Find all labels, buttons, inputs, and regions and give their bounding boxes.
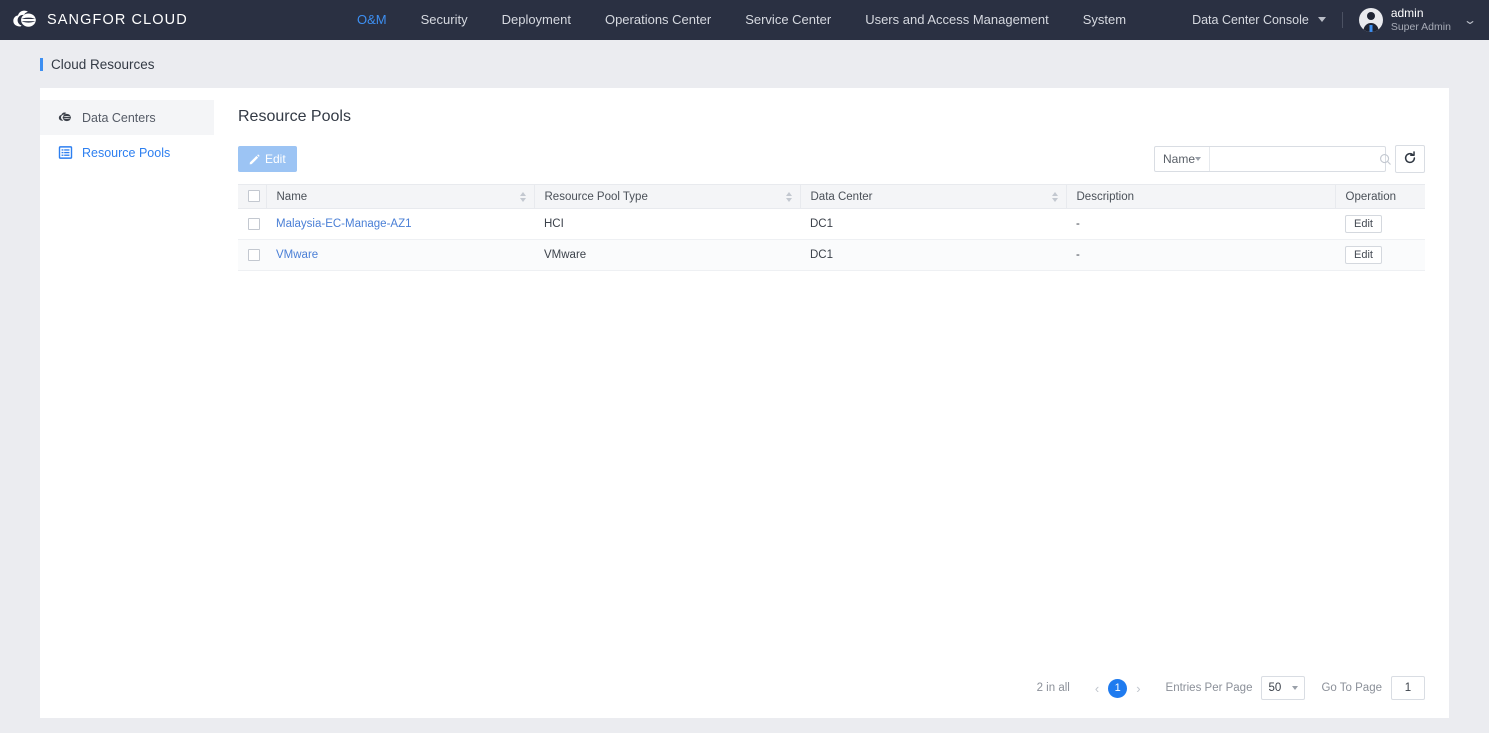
edit-button[interactable]: Edit xyxy=(238,146,297,172)
column-header-label: Description xyxy=(1076,190,1135,203)
entries-per-page-select[interactable]: 50 xyxy=(1261,676,1306,700)
refresh-icon xyxy=(1403,150,1417,168)
nav-item-operations-center[interactable]: Operations Center xyxy=(588,0,728,40)
page-title: Resource Pools xyxy=(238,108,351,125)
table-header-row: Name Resource Pool Type Data Center Desc… xyxy=(238,184,1425,209)
sidebar-item-label: Data Centers xyxy=(82,110,156,125)
sidebar-item-label: Resource Pools xyxy=(82,145,171,160)
user-menu[interactable]: admin Super Admin ⌄ xyxy=(1358,6,1478,33)
go-to-page-input[interactable] xyxy=(1391,676,1425,700)
brand: SANGFOR CLOUD xyxy=(0,9,300,31)
main-nav: O&M Security Deployment Operations Cente… xyxy=(340,0,1192,40)
sort-icon[interactable] xyxy=(1051,191,1058,202)
column-header-name[interactable]: Name xyxy=(266,184,535,209)
divider xyxy=(1341,11,1343,28)
refresh-button[interactable] xyxy=(1395,145,1425,173)
cloud-disc-icon xyxy=(58,110,73,125)
chevron-down-icon xyxy=(1195,157,1202,161)
go-to-page-label: Go To Page xyxy=(1321,682,1382,694)
column-header-operation: Operation xyxy=(1335,184,1425,209)
cell-name: Malaysia-EC-Manage-AZ1 xyxy=(266,208,534,240)
breadcrumb: Cloud Resources xyxy=(0,40,1489,88)
console-selector-label: Data Center Console xyxy=(1192,12,1309,27)
list-document-icon xyxy=(58,145,73,160)
chevron-down-icon: ⌄ xyxy=(1462,12,1478,27)
search-field-selector[interactable]: Name xyxy=(1155,147,1211,171)
user-name: admin xyxy=(1390,6,1424,21)
column-header-description: Description xyxy=(1066,184,1336,209)
column-header-label: Name xyxy=(276,190,308,203)
brand-name: SANGFOR CLOUD xyxy=(47,12,188,28)
page-shell: Data Centers Resource Pools Resource Poo… xyxy=(40,88,1449,718)
cell-resource-pool-type: HCI xyxy=(534,208,800,240)
column-header-label: Operation xyxy=(1345,190,1397,203)
cell-description: - xyxy=(1066,208,1335,240)
nav-item-om[interactable]: O&M xyxy=(340,0,404,40)
chevron-down-icon xyxy=(1292,686,1299,690)
row-checkbox[interactable] xyxy=(248,217,260,230)
resource-pool-link[interactable]: Malaysia-EC-Manage-AZ1 xyxy=(276,218,412,230)
row-select-cell xyxy=(238,239,266,271)
nav-item-service-center[interactable]: Service Center xyxy=(728,0,848,40)
cell-description: - xyxy=(1066,239,1335,271)
page-number-1[interactable]: 1 xyxy=(1108,678,1128,698)
column-header-resource-pool-type[interactable]: Resource Pool Type xyxy=(534,184,801,209)
select-all-checkbox[interactable] xyxy=(248,190,260,203)
cloud-logo-icon xyxy=(12,9,38,31)
breadcrumb-accent-bar xyxy=(40,57,43,71)
console-selector[interactable]: Data Center Console xyxy=(1192,13,1326,27)
table-row: VMware VMware DC1 - Edit xyxy=(238,239,1425,271)
chevron-left-icon[interactable]: ‹ xyxy=(1086,681,1108,696)
sidebar: Data Centers Resource Pools xyxy=(40,88,214,718)
cell-name: VMware xyxy=(266,239,534,271)
table-body: Malaysia-EC-Manage-AZ1 HCI DC1 - Edit VM… xyxy=(238,208,1425,271)
content-panel: Resource Pools Edit Name Name Resource P… xyxy=(214,88,1449,718)
table-head: Name Resource Pool Type Data Center Desc… xyxy=(238,184,1425,209)
cell-operation: Edit xyxy=(1335,239,1425,271)
search-box: Name xyxy=(1154,146,1391,172)
pagination: 2 in all ‹ 1 › Entries Per Page 50 Go To… xyxy=(1037,676,1425,700)
cell-resource-pool-type: VMware xyxy=(534,239,800,271)
sidebar-item-resource-pools[interactable]: Resource Pools xyxy=(40,135,214,170)
search-field-label: Name xyxy=(1163,152,1196,166)
resource-pools-table: Name Resource Pool Type Data Center Desc… xyxy=(238,184,1425,271)
table-row: Malaysia-EC-Manage-AZ1 HCI DC1 - Edit xyxy=(238,208,1425,240)
magnifier-icon[interactable] xyxy=(1379,153,1392,166)
user-meta: admin Super Admin xyxy=(1390,6,1451,33)
row-edit-button[interactable]: Edit xyxy=(1345,246,1382,264)
nav-item-deployment[interactable]: Deployment xyxy=(485,0,588,40)
nav-item-system[interactable]: System xyxy=(1066,0,1143,40)
select-all-header xyxy=(238,184,267,209)
total-count-label: 2 in all xyxy=(1036,682,1070,694)
cell-operation: Edit xyxy=(1335,208,1425,240)
search-input[interactable] xyxy=(1210,147,1380,171)
column-header-data-center[interactable]: Data Center xyxy=(800,184,1067,209)
pencil-icon xyxy=(249,153,260,165)
resource-pool-link[interactable]: VMware xyxy=(276,249,318,261)
row-select-cell xyxy=(238,208,266,240)
chevron-down-icon xyxy=(1317,17,1326,23)
chevron-right-icon[interactable]: › xyxy=(1127,681,1149,696)
search-area: Name xyxy=(1154,145,1425,173)
sidebar-item-data-centers[interactable]: Data Centers xyxy=(40,100,214,135)
cell-data-center: DC1 xyxy=(800,208,1066,240)
breadcrumb-text: Cloud Resources xyxy=(51,56,155,72)
top-right-controls: Data Center Console admin Super Admin ⌄ xyxy=(1192,6,1489,33)
nav-item-users-and-access-management[interactable]: Users and Access Management xyxy=(848,0,1066,40)
avatar xyxy=(1358,7,1383,32)
entries-per-page-label: Entries Per Page xyxy=(1165,682,1253,694)
edit-button-label: Edit xyxy=(265,152,286,166)
cell-data-center: DC1 xyxy=(800,239,1066,271)
top-navigation-bar: SANGFOR CLOUD O&M Security Deployment Op… xyxy=(0,0,1489,40)
user-role: Super Admin xyxy=(1390,20,1451,33)
column-header-label: Resource Pool Type xyxy=(544,190,648,203)
nav-item-security[interactable]: Security xyxy=(404,0,485,40)
entries-per-page-value: 50 xyxy=(1268,682,1282,694)
sort-icon[interactable] xyxy=(785,191,792,202)
row-checkbox[interactable] xyxy=(248,248,260,261)
column-header-label: Data Center xyxy=(810,190,873,203)
sort-icon[interactable] xyxy=(519,191,526,202)
toolbar: Edit Name xyxy=(238,145,1425,173)
row-edit-button[interactable]: Edit xyxy=(1345,215,1382,233)
